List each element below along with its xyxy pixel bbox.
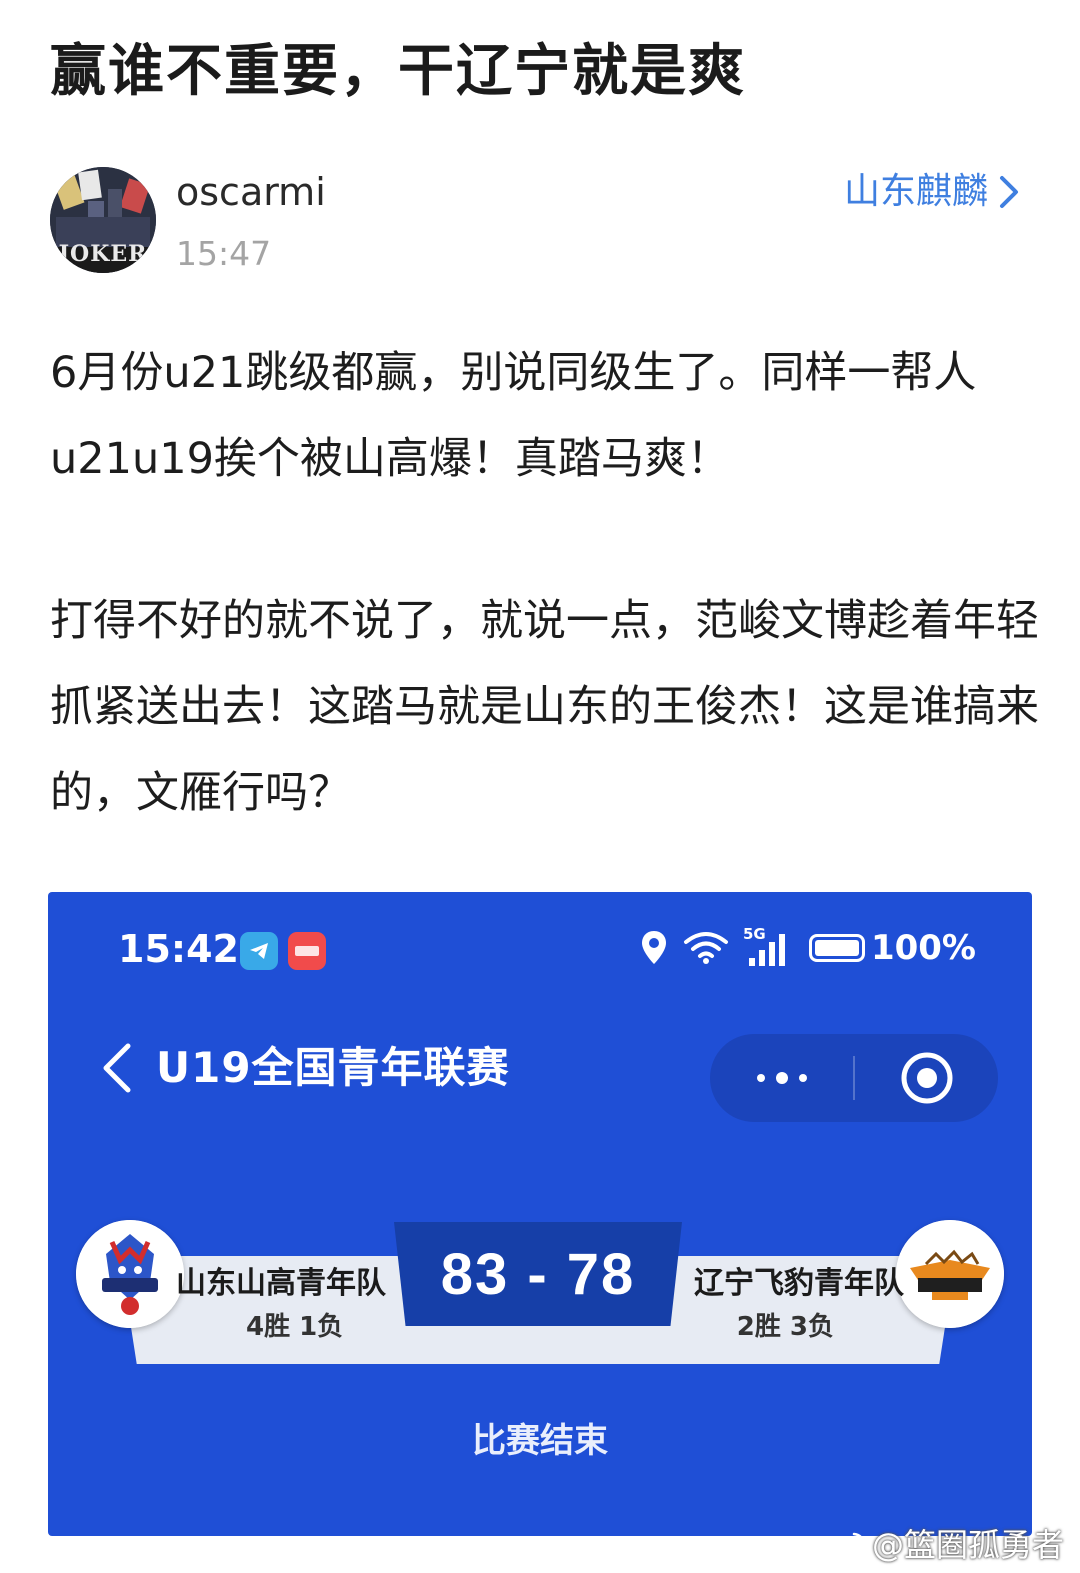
home-team-crest	[76, 1220, 184, 1328]
close-mini-program-button[interactable]	[855, 1034, 998, 1122]
avatar-label: JOKER	[58, 241, 148, 267]
telegram-icon	[240, 932, 278, 970]
status-bar-app-icons	[240, 932, 326, 970]
post-title: 赢谁不重要，干辽宁就是爽	[50, 39, 746, 104]
away-team-crest	[896, 1220, 1004, 1328]
post-paragraph: 打得不好的就不说了，就说一点，范峻文博趁着年轻抓紧送出去！这踏马就是山东的王俊杰…	[50, 596, 1039, 818]
post-time: 15:47	[176, 234, 272, 273]
battery-level-fill	[814, 940, 859, 956]
chevron-right-icon	[1000, 176, 1018, 208]
match-status: 比赛结束	[472, 1421, 608, 1461]
post-paragraph: 6月份u21跳级都赢，别说同级生了。同样一帮人u21u19挨个被山高爆！真踏马爽…	[50, 348, 977, 484]
nav-title: U19全国青年联赛	[156, 1043, 510, 1092]
watermark-text: @篮圈孤勇者	[871, 1526, 1064, 1564]
topic-link[interactable]: 山东麒麟	[844, 168, 1020, 216]
match-score: 83 - 78	[440, 1241, 636, 1307]
score-box: 83 - 78	[394, 1222, 682, 1326]
author-username[interactable]: oscarmi	[176, 168, 326, 216]
back-button[interactable]	[100, 1042, 134, 1098]
target-circle-icon	[901, 1052, 952, 1104]
away-team-record: 2胜 3负	[736, 1312, 834, 1342]
away-team-logo[interactable]	[896, 1220, 1004, 1328]
watermark: @篮圈孤勇者	[830, 1524, 1064, 1566]
weibo-icon	[830, 1532, 865, 1559]
topic-label: 山东麒麟	[843, 171, 988, 212]
status-bar-system-icons: 5G 100%	[639, 926, 976, 970]
battery-icon	[808, 934, 865, 962]
mini-program-capsule	[710, 1034, 998, 1122]
news-app-icon	[288, 932, 326, 970]
more-button[interactable]	[710, 1034, 853, 1122]
author-avatar[interactable]: JOKER	[50, 167, 156, 273]
chevron-left-icon	[103, 1043, 131, 1093]
more-dots-icon	[756, 1072, 807, 1084]
location-pin-icon	[641, 931, 666, 964]
home-team-name: 山东山高青年队	[176, 1266, 386, 1301]
home-team-record: 4胜 1负	[246, 1312, 344, 1342]
signal-bars-icon: 5G	[743, 926, 795, 968]
post-body: 6月份u21跳级都赢，别说同级生了。同样一帮人u21u19挨个被山高爆！真踏马爽…	[50, 330, 1040, 836]
battery-indicator: 100%	[808, 926, 976, 970]
battery-percent: 100%	[870, 928, 976, 968]
home-team-logo[interactable]	[76, 1220, 184, 1328]
away-team-name: 辽宁飞豹青年队	[694, 1266, 904, 1301]
status-bar-time: 15:42	[118, 927, 239, 971]
match-screenshot[interactable]: 15:42 5G 100% U19全国青年联赛 山东山高青年队 4胜 1负 辽宁…	[48, 892, 1032, 1536]
wifi-icon	[683, 932, 728, 964]
